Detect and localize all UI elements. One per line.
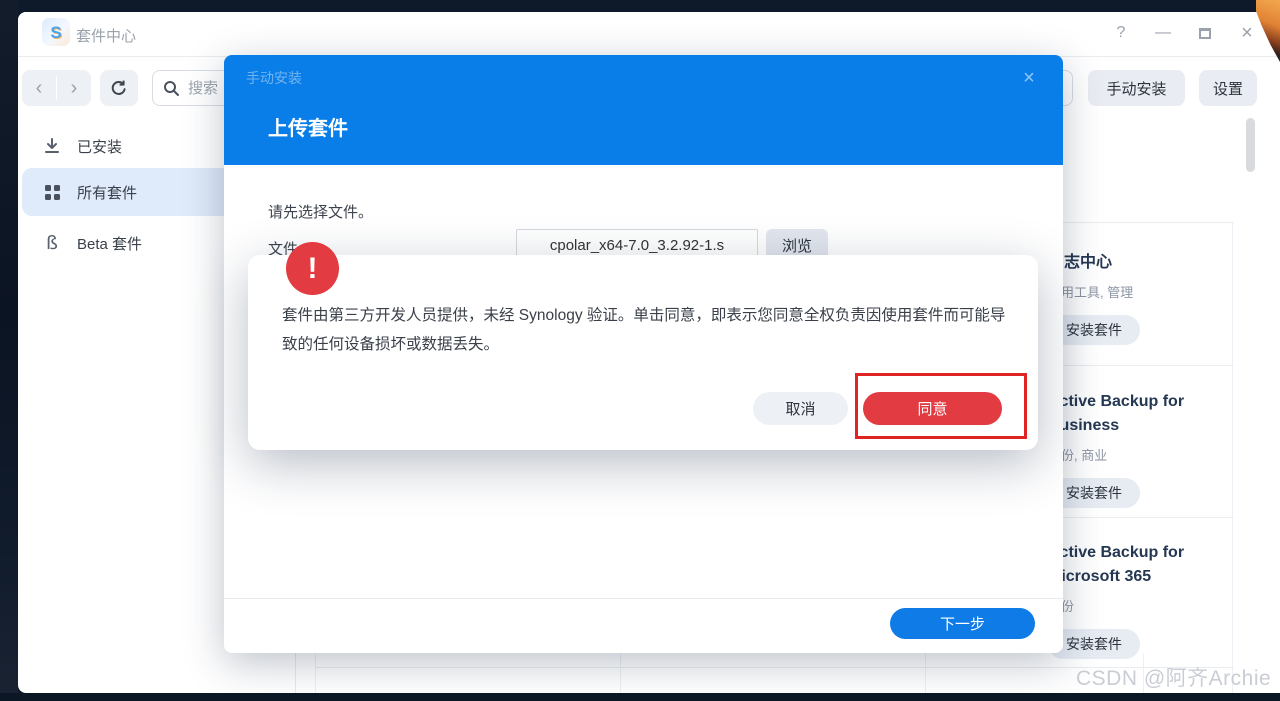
package-name: Active Backup for Business <box>1048 390 1234 438</box>
sidebar-item-label: 已安装 <box>77 136 122 157</box>
warning-exclamation-icon: ! <box>286 242 339 295</box>
titlebar: S 套件中心 ? — × <box>18 12 1280 57</box>
window-title: 套件中心 <box>76 25 136 46</box>
sidebar-item-label: 所有套件 <box>77 182 137 203</box>
download-icon <box>42 137 62 155</box>
package-category: 备份 <box>1048 596 1234 615</box>
manual-install-button[interactable]: 手动安装 <box>1088 70 1185 106</box>
agree-button[interactable]: 同意 <box>863 392 1002 425</box>
app-icon-letter: S <box>50 24 61 41</box>
package-center-window: S 套件中心 ? — × ‹ › 手动安装 设 <box>18 12 1280 693</box>
grid-line <box>925 653 926 693</box>
dialog-header: 手动安装 上传套件 × <box>224 55 1063 165</box>
back-button[interactable]: ‹ <box>22 70 56 106</box>
package-card-active-backup-m365: Active Backup for Microsoft 365 备份 安装套件 <box>1048 541 1234 659</box>
scrollbar-thumb[interactable] <box>1246 118 1255 172</box>
sidebar-item-label: Beta 套件 <box>77 233 142 254</box>
package-card-active-backup-business: Active Backup for Business 备份, 商业 安装套件 <box>1048 390 1234 508</box>
dialog-footer-divider <box>224 598 1063 599</box>
refresh-button[interactable] <box>100 70 138 106</box>
package-center-app-icon: S <box>42 18 70 46</box>
settings-button[interactable]: 设置 <box>1199 70 1257 106</box>
maximize-glyph <box>1199 28 1211 39</box>
help-icon[interactable]: ? <box>1108 20 1134 46</box>
warning-message: 套件由第三方开发人员提供，未经 Synology 验证。单击同意，即表示您同意全… <box>282 301 1008 359</box>
dialog-kicker: 手动安装 <box>246 68 302 88</box>
refresh-icon <box>110 79 128 97</box>
search-icon <box>163 80 180 97</box>
grid-icon <box>42 184 62 201</box>
package-name: 日志中心 <box>1048 251 1234 275</box>
third-party-warning-dialog: ! 套件由第三方开发人员提供，未经 Synology 验证。单击同意，即表示您同… <box>248 255 1038 450</box>
cancel-button[interactable]: 取消 <box>753 392 848 425</box>
package-name: Active Backup for Microsoft 365 <box>1048 541 1234 589</box>
maximize-icon[interactable] <box>1192 20 1218 46</box>
close-icon[interactable]: × <box>1234 20 1260 46</box>
file-instruction: 请先选择文件。 <box>268 201 373 222</box>
history-nav-group: ‹ › <box>22 70 91 106</box>
next-step-button[interactable]: 下一步 <box>890 608 1035 639</box>
desktop-wallpaper-top <box>0 0 1280 12</box>
package-category: 备份, 商业 <box>1048 445 1234 464</box>
grid-line <box>315 653 316 693</box>
beta-icon: ß <box>42 232 62 254</box>
forward-button[interactable]: › <box>57 70 91 106</box>
dialog-title: 上传套件 <box>268 112 348 141</box>
package-card-log-center: 日志中心 实用工具, 管理 安装套件 <box>1048 251 1234 345</box>
dialog-close-icon[interactable]: × <box>1017 67 1041 90</box>
desktop-wallpaper-left <box>0 0 18 701</box>
package-category: 实用工具, 管理 <box>1048 282 1234 301</box>
exclamation-glyph: ! <box>308 254 318 284</box>
desktop-wallpaper-bottom <box>0 693 1280 701</box>
minimize-icon[interactable]: — <box>1150 20 1176 46</box>
watermark-text: CSDN @阿齐Archie <box>1076 662 1271 692</box>
grid-line <box>620 653 621 693</box>
window-controls: ? — × <box>1108 20 1260 46</box>
